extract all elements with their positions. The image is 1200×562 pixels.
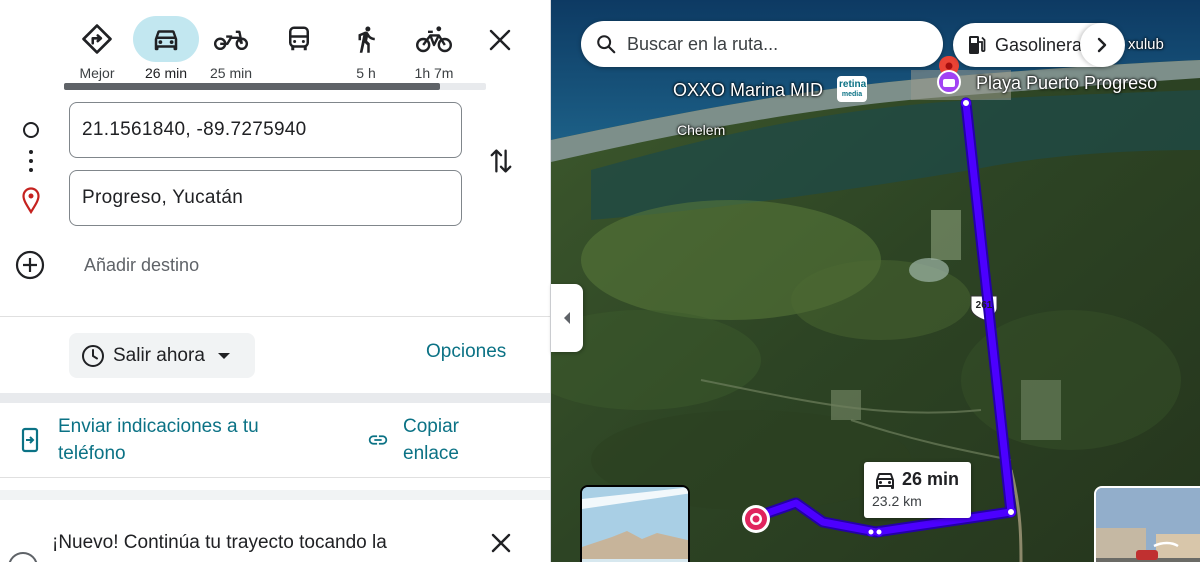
- copy-link-label: Copiar enlace: [403, 416, 459, 464]
- send-to-phone-button[interactable]: Enviar indicaciones a tu teléfono: [20, 413, 298, 467]
- copy-link-button[interactable]: Copiar enlace: [367, 413, 493, 467]
- destination-field[interactable]: Progreso, Yucatán: [69, 170, 462, 226]
- highway-number: 261: [975, 300, 993, 311]
- chevron-left-icon: [564, 312, 570, 324]
- dropdown-arrow-icon: [217, 352, 230, 359]
- clock-icon: [82, 344, 104, 367]
- gas-stations-label: Gasolineras: [995, 34, 1092, 55]
- link-icon: [368, 435, 388, 445]
- send-to-phone-icon: [21, 427, 39, 453]
- close-promo-button[interactable]: [486, 528, 516, 558]
- travel-mode-bar: Mejor 26 min 25 min 5 h 1h 7m: [60, 12, 530, 84]
- street-view-thumbnail[interactable]: [1094, 486, 1200, 562]
- divider: [0, 316, 550, 317]
- loading-progress-bar: [64, 83, 486, 90]
- info-icon: [8, 552, 38, 562]
- mode-bike[interactable]: 1h 7m: [399, 12, 469, 84]
- map-label-xkulub[interactable]: xulub: [1128, 36, 1164, 53]
- map-label-oxxo[interactable]: OXXO Marina MID: [673, 80, 823, 101]
- route-connector: [20, 120, 42, 220]
- options-button[interactable]: Opciones: [426, 341, 506, 363]
- map-label-playa[interactable]: Playa Puerto Progreso: [976, 73, 1157, 94]
- add-destination-label: Añadir destino: [84, 254, 200, 275]
- route-search-input[interactable]: [627, 33, 927, 55]
- mode-best-label: Mejor: [79, 65, 115, 81]
- section-separator: [0, 393, 550, 403]
- close-icon: [489, 29, 511, 51]
- chevron-right-icon: [1097, 37, 1107, 53]
- bus-icon: [266, 16, 332, 62]
- section-separator: [0, 490, 550, 500]
- send-to-phone-label: Enviar indicaciones a tu teléfono: [58, 416, 259, 464]
- bike-icon: [401, 16, 467, 62]
- swap-icon: [490, 149, 512, 173]
- callout-distance: 23.2 km: [872, 493, 922, 509]
- motorcycle-icon: [198, 16, 264, 62]
- map-layer-preview: [582, 487, 688, 562]
- car-icon: [133, 16, 199, 62]
- mode-motorcycle-label: 25 min: [209, 65, 253, 81]
- route-callout[interactable]: 26 min 23.2 km: [864, 462, 971, 518]
- layers-thumbnail[interactable]: [580, 485, 690, 562]
- close-directions-button[interactable]: [480, 20, 520, 60]
- share-row: Enviar indicaciones a tu teléfono Copiar e…: [0, 403, 550, 477]
- destination-pin-icon: [22, 187, 40, 215]
- mode-motorcycle[interactable]: 25 min: [196, 12, 266, 84]
- promo-text: ¡Nuevo! Continúa tu trayecto tocando la: [52, 532, 387, 553]
- depart-time-dropdown[interactable]: Salir ahora: [69, 333, 255, 378]
- mode-bike-label: 1h 7m: [414, 65, 454, 81]
- directions-icon: [64, 16, 130, 62]
- retina-poi-label[interactable]: retina media: [839, 80, 866, 100]
- promo-banner: ¡Nuevo! Continúa tu trayecto tocando la: [0, 500, 550, 562]
- street-view-preview: [1096, 488, 1200, 562]
- walk-icon: [333, 16, 399, 62]
- depart-time-label: Salir ahora: [113, 344, 205, 366]
- mode-best[interactable]: Mejor: [62, 12, 132, 84]
- origin-circle-icon: [23, 122, 39, 138]
- callout-time: 26 min: [902, 469, 960, 489]
- search-icon: [597, 35, 616, 54]
- car-icon: [876, 473, 894, 489]
- close-icon: [491, 533, 511, 553]
- mode-transit[interactable]: [264, 12, 334, 84]
- mode-walk-label: 5 h: [356, 65, 376, 81]
- mode-walk[interactable]: 5 h: [331, 12, 401, 84]
- swap-button[interactable]: [484, 144, 518, 178]
- directions-panel: Mejor 26 min 25 min 5 h 1h 7m 21.1561840…: [0, 0, 551, 562]
- origin-field[interactable]: 21.1561840, -89.7275940: [69, 102, 462, 158]
- route-search-box[interactable]: [581, 21, 943, 67]
- collapse-panel-button[interactable]: [551, 284, 583, 352]
- mode-car[interactable]: 26 min: [131, 12, 201, 84]
- mode-car-label: 26 min: [144, 65, 188, 81]
- map-label-chelem[interactable]: Chelem: [677, 122, 725, 138]
- divider: [0, 477, 550, 478]
- next-chips-button[interactable]: [1080, 23, 1124, 67]
- add-destination-button[interactable]: Añadir destino: [14, 248, 199, 282]
- add-circle-icon: [15, 250, 45, 280]
- gas-station-icon: [969, 36, 986, 54]
